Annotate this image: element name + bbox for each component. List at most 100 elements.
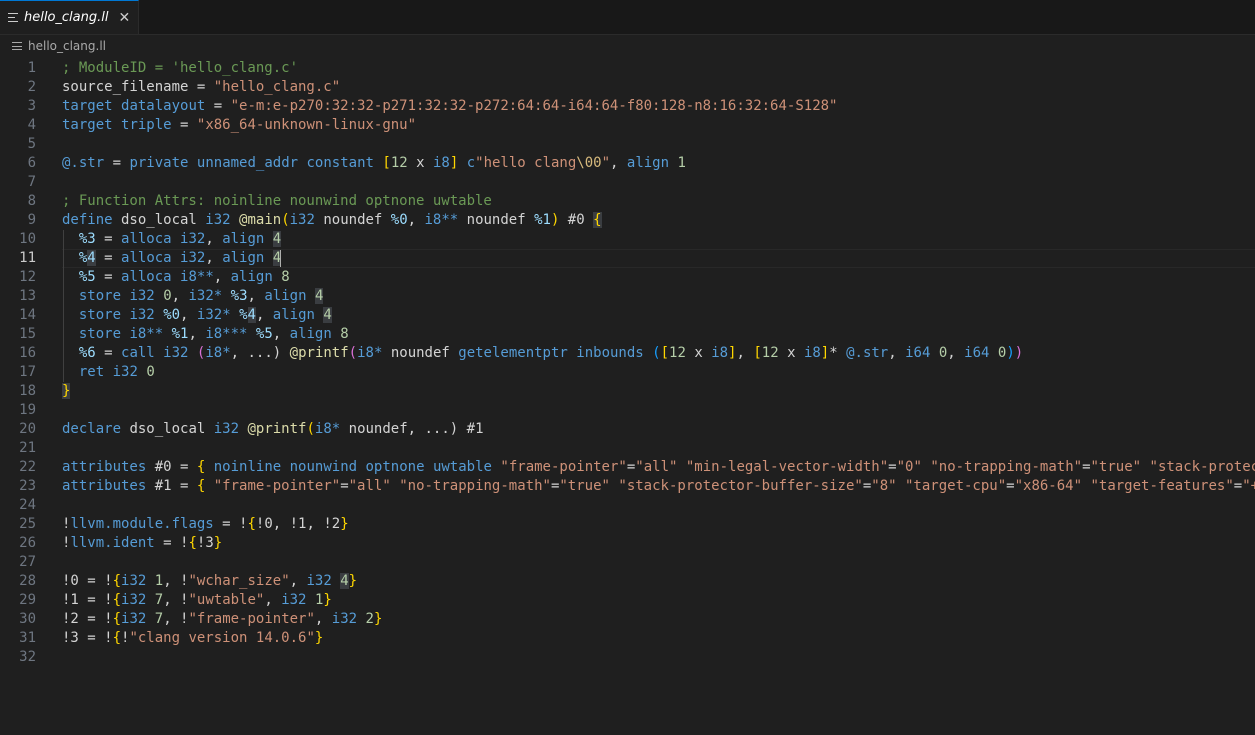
code-line[interactable]: 29 !1 = !{i32 7, !"uwtable", i32 1} — [0, 591, 1255, 610]
code-line[interactable]: 18} — [0, 382, 1255, 401]
code-line[interactable]: 1 ; ModuleID = 'hello_clang.c' — [0, 59, 1255, 78]
code-token: i32 — [129, 307, 155, 323]
code-line[interactable]: 19 — [0, 401, 1255, 420]
code-line[interactable]: 3 target datalayout = "e-m:e-p270:32:32-p… — [0, 97, 1255, 116]
code-text: %6 = call i32 (i8*, ...) @printf(i8* nou… — [62, 344, 1023, 363]
code-token: % — [239, 307, 248, 323]
code-line[interactable]: 27 — [0, 553, 1255, 572]
code-token: = — [888, 459, 897, 475]
code-line[interactable]: 4 target triple = "x86_64-unknown-linux-g… — [0, 116, 1255, 135]
code-token: { — [247, 516, 256, 532]
code-token: = — [1233, 478, 1243, 494]
code-token: %0 — [390, 212, 408, 228]
code-token: = — [340, 478, 349, 494]
code-line[interactable]: 11 %4 = alloca i32, align 4 — [0, 249, 1255, 268]
code-line[interactable]: 16 %6 = call i32 (i8*, ...) @printf(i8* … — [0, 344, 1255, 363]
code-token: 4 — [323, 307, 332, 323]
code-token: private — [129, 155, 189, 171]
code-line[interactable]: 32 — [0, 648, 1255, 667]
code-line[interactable]: 9 define dso_local i32 @main(i32 noundef … — [0, 211, 1255, 230]
code-token: i32* — [196, 307, 231, 323]
code-text: @.str = private unnamed_addr constant [1… — [62, 154, 686, 173]
list-icon — [12, 42, 22, 50]
code-token: align — [264, 288, 307, 304]
code-token: , — [247, 288, 265, 304]
tab-label: hello_clang.ll — [24, 10, 109, 25]
list-icon — [8, 13, 18, 22]
code-text: !3 = !{!"clang version 14.0.6"} — [62, 629, 323, 648]
code-token: { — [188, 535, 197, 551]
code-line[interactable]: 26 !llvm.ident = !{!3} — [0, 534, 1255, 553]
code-line[interactable]: 2 source_filename = "hello_clang.c" — [0, 78, 1255, 97]
code-token: "stack-protector-buffer-size" — [618, 478, 863, 494]
code-token: , ! — [163, 573, 189, 589]
code-token: ( — [652, 345, 661, 361]
code-line[interactable]: 13 store i32 0, i32* %3, align 4 — [0, 287, 1255, 306]
code-token: !2 = ! — [62, 611, 113, 627]
tab-hello-clang[interactable]: hello_clang.ll ✕ — [0, 0, 140, 34]
breadcrumb-file[interactable]: hello_clang.ll — [28, 39, 106, 53]
code-line[interactable]: 6 @.str = private unnamed_addr constant [… — [0, 154, 1255, 173]
code-token: " — [601, 155, 611, 171]
code-token: i64 — [905, 345, 931, 361]
line-number: 19 — [19, 402, 36, 418]
code-line[interactable]: 12 %5 = alloca i8**, align 8 — [0, 268, 1255, 287]
code-token: i32 — [205, 212, 231, 228]
code-editor[interactable]: 1 ; ModuleID = 'hello_clang.c' 2 source_fil… — [0, 57, 1255, 667]
code-token: "0" — [896, 459, 922, 475]
code-line[interactable]: 14 store i32 %0, i32* %4, align 4 — [0, 306, 1255, 325]
code-line[interactable]: 20 declare dso_local i32 @printf(i8* noun… — [0, 420, 1255, 439]
code-token: "hello clang — [475, 155, 577, 171]
code-token: "no-trapping-math" — [930, 459, 1083, 475]
code-token: , — [205, 250, 223, 266]
code-line[interactable]: 5 — [0, 135, 1255, 154]
code-line[interactable]: 25 !llvm.module.flags = !{!0, !1, !2} — [0, 515, 1255, 534]
code-line[interactable]: 31 !3 = !{!"clang version 14.0.6"} — [0, 629, 1255, 648]
code-line[interactable]: 28 !0 = !{i32 1, !"wchar_size", i32 4} — [0, 572, 1255, 591]
code-text: } — [62, 382, 71, 401]
code-text: %4 = alloca i32, align 4 — [62, 249, 282, 268]
code-token: target — [62, 98, 113, 114]
close-icon[interactable]: ✕ — [119, 10, 131, 26]
code-token: i32 — [112, 364, 138, 380]
code-token: = — [95, 345, 122, 361]
code-token: source_filename = — [62, 79, 214, 95]
code-line[interactable]: 24 — [0, 496, 1255, 515]
code-token: "clang version 14.0.6" — [129, 630, 315, 646]
code-line[interactable]: 17 ret i32 0 — [0, 363, 1255, 382]
code-token: datalayout — [121, 98, 206, 114]
code-line[interactable]: 10 %3 = alloca i32, align 4 — [0, 230, 1255, 249]
code-token: ret — [78, 364, 105, 380]
code-token: "true" — [559, 478, 610, 494]
code-line[interactable]: 7 — [0, 173, 1255, 192]
code-token: #0 = — [146, 459, 197, 475]
code-token: align — [222, 250, 265, 266]
code-token: 4 — [247, 307, 256, 323]
code-line[interactable]: 21 — [0, 439, 1255, 458]
code-line[interactable]: 15 store i8** %1, i8*** %5, align 8 — [0, 325, 1255, 344]
code-token: , — [314, 611, 332, 627]
code-token: i8 — [432, 155, 450, 171]
code-line[interactable]: 30 !2 = !{i32 7, !"frame-pointer", i32 2} — [0, 610, 1255, 629]
code-line[interactable]: 8 ; Function Attrs: noinline nounwind opt… — [0, 192, 1255, 211]
code-line[interactable]: 22 attributes #0 = { noinline nounwind op… — [0, 458, 1255, 477]
line-number: 8 — [27, 193, 36, 209]
code-line[interactable]: 23 attributes #1 = { "frame-pointer"="all… — [0, 477, 1255, 496]
code-token: 4 — [314, 288, 324, 304]
code-token: ( — [348, 345, 358, 361]
code-token: i32 — [121, 611, 147, 627]
code-token: 8 — [281, 269, 290, 285]
code-token: i32 — [129, 288, 155, 304]
code-token: [ — [753, 345, 762, 361]
code-token: %1 — [171, 326, 189, 342]
code-token: "wchar_size" — [188, 573, 290, 589]
